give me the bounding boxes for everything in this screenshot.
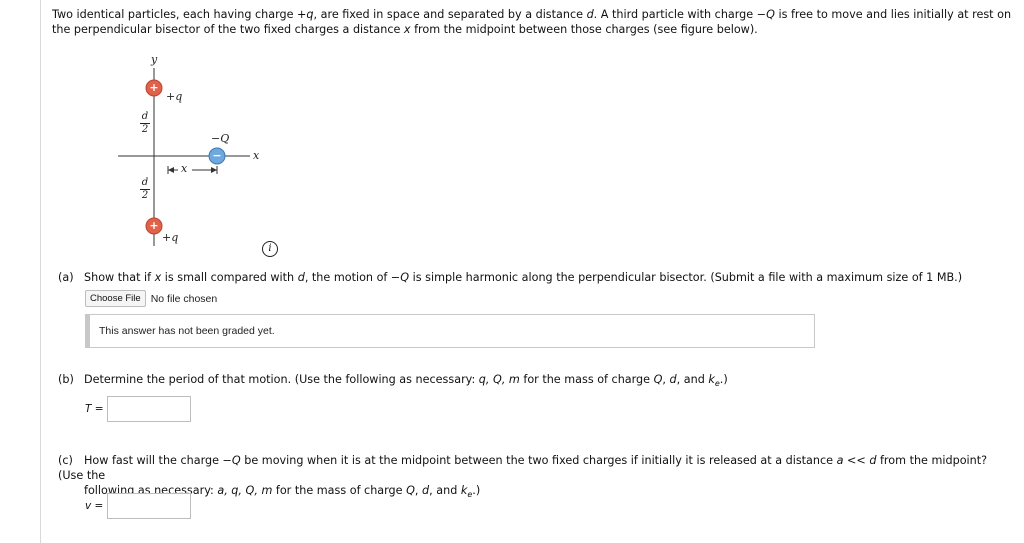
part-b-text: .) [719,373,728,386]
part-b-var-d: d [669,373,677,386]
part-a-text: is small compared with [161,271,298,284]
part-a-text: Show that if [84,271,155,284]
part-c-text: .) [472,484,481,497]
intro-text: from the midpoint between those charges … [410,23,758,36]
intro-var-x: x [403,23,411,36]
fraction-denominator: 2 [141,190,149,201]
bottom-charge-plus-icon: + [149,219,159,232]
part-c-text: How fast will the charge − [84,454,232,467]
part-b-text: , and [676,373,709,386]
fraction-denominator: 2 [141,124,149,135]
part-a-var-Q: Q [400,271,410,284]
half-d-label-top: d 2 [140,112,150,135]
part-a-text: is simple harmonic along the perpendicul… [409,271,963,284]
part-a-var-d: d [297,271,305,284]
intro-text: , are fixed in space and separated by a … [313,8,587,21]
bottom-charge-label: +q [162,231,179,244]
choose-file-button[interactable]: Choose File [85,290,146,307]
problem-statement: Two identical particles, each having cha… [52,7,1020,37]
intro-var-q: q [306,8,314,21]
x-axis-label: x [253,149,260,162]
part-b-text: for the mass of charge [519,373,654,386]
file-upload-row: Choose File No file chosen [85,290,217,307]
top-charge-label: +q [166,90,183,103]
part-b-answer-row: T = [85,396,191,422]
period-label: T = [85,403,104,415]
part-b-text: Determine the period of that motion. (Us… [84,373,479,386]
part-a-tag: (a) [58,271,74,284]
intro-text: . A third particle with charge − [593,8,767,21]
diagram-svg [118,68,250,246]
part-c-tag: (c) [58,454,73,467]
no-file-chosen-text: No file chosen [150,292,218,305]
part-b-question: (b) Determine the period of that motion. … [58,373,728,389]
top-charge-plus-icon: + [149,81,159,94]
fraction-numerator: d [141,177,149,188]
intro-var-Q: Q [766,8,775,21]
part-c-question: (c) How fast will the charge −Q be moving… [58,453,998,502]
negative-charge-minus-icon: − [212,149,222,162]
distance-arrow-left [168,167,174,173]
part-c-vars: a, q, Q, m [217,484,273,497]
period-input[interactable] [107,396,191,422]
part-a-question: (a) Show that if x is small compared with… [58,270,962,285]
part-c-var-Q: Q [406,484,415,497]
part-c-text: << [843,454,870,467]
moving-charge-label: −Q [211,132,230,145]
charge-diagram: y x +q +q −Q x + + − d 2 d 2 [110,50,300,260]
y-axis-label: y [151,53,158,66]
intro-text: Two identical particles, each having cha… [52,8,307,21]
distance-label: x [181,162,188,175]
part-b-vars: q, Q, m [478,373,520,386]
info-icon[interactable]: i [262,241,278,257]
part-b-tag: (b) [58,373,74,386]
graded-status-text: This answer has not been graded yet. [99,325,275,337]
half-d-label-bottom: d 2 [140,178,150,201]
part-c-text: be moving when it is at the midpoint bet… [240,454,837,467]
graded-status-box: This answer has not been graded yet. [85,314,815,348]
speed-input[interactable] [107,493,191,519]
fraction-numerator: d [141,111,149,122]
speed-label: v = [85,500,104,512]
part-c-var-Q: Q [231,454,241,467]
part-c-text: for the mass of charge [272,484,407,497]
part-a-text: , the motion of − [304,271,401,284]
part-c-line2: following as necessary: a, q, Q, m for t… [84,484,481,500]
distance-arrow-right [211,167,217,173]
part-c-text: , and [429,484,461,497]
part-c-answer-row: v = [85,493,191,519]
intro-var-d: d [586,8,594,21]
